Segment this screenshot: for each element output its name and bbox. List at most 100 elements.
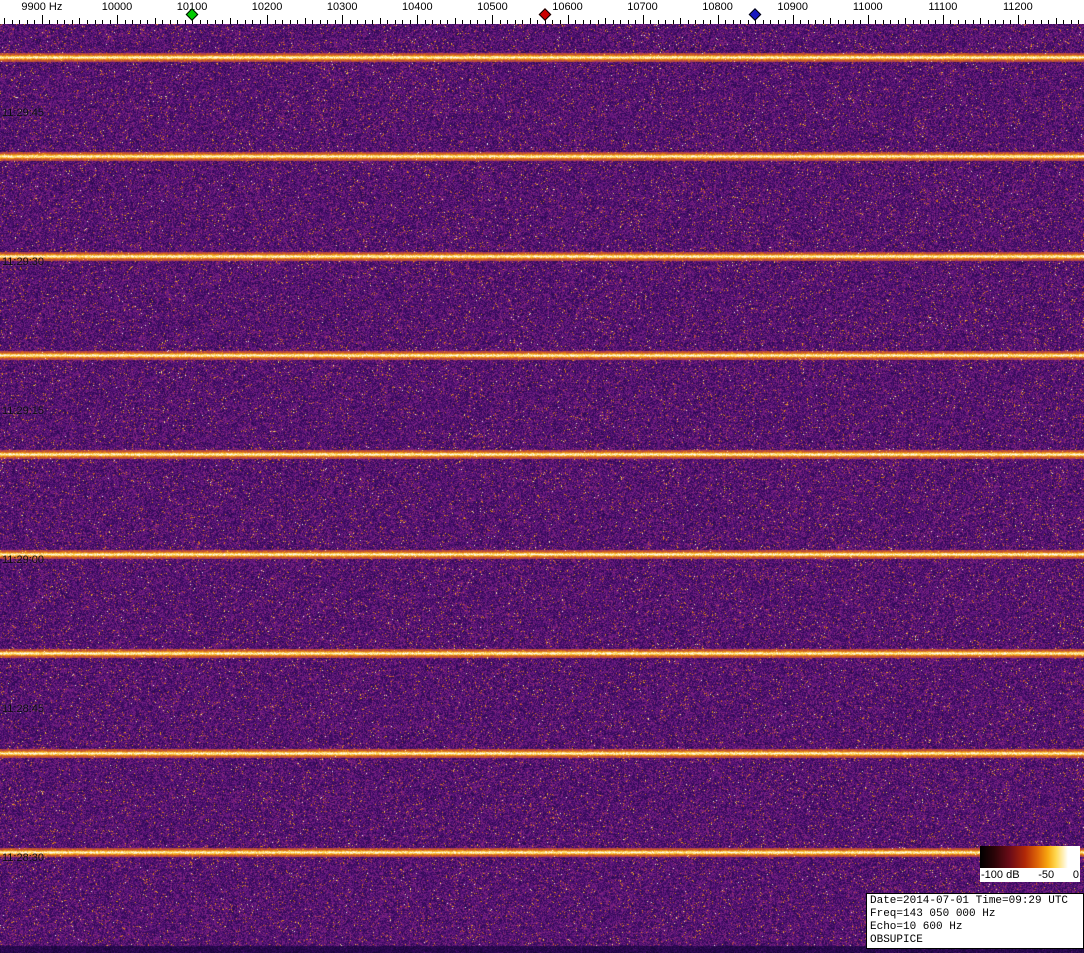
ruler-tick (823, 20, 824, 24)
ruler-tick (297, 20, 298, 24)
waterfall-window: 9900 Hz 10000 10100 10200 10300 10400 10500 106… (0, 0, 1084, 953)
ruler-tick (703, 20, 704, 24)
ruler-tick (1063, 20, 1064, 24)
ruler-tick (12, 20, 13, 24)
ruler-tick (72, 20, 73, 24)
ruler-tick (500, 20, 501, 24)
ruler-tick (845, 20, 846, 24)
ruler-tick (102, 20, 103, 24)
ruler-frequency-label: 11000 (853, 1, 883, 13)
ruler-tick (170, 20, 171, 24)
ruler-tick (898, 20, 899, 24)
ruler-tick (95, 20, 96, 24)
ruler-tick (252, 20, 253, 24)
ruler-tick (875, 20, 876, 24)
ruler-tick (522, 20, 523, 24)
ruler-tick (477, 20, 478, 24)
ruler-tick (853, 20, 854, 24)
ruler-tick (267, 15, 268, 24)
ruler-tick (568, 15, 569, 24)
time-label: 11:29:15 (2, 405, 44, 417)
ruler-tick (620, 20, 621, 24)
colorbar: -100 dB -50 0 (980, 846, 1080, 882)
ruler-tick (177, 20, 178, 24)
marker-blue-diamond[interactable] (749, 8, 762, 21)
ruler-tick (117, 15, 118, 24)
ruler-tick (643, 15, 644, 24)
ruler-tick (380, 18, 381, 24)
info-date-line: Date=2014-07-01 Time=09:29 UTC (870, 895, 1080, 908)
ruler-tick (770, 20, 771, 24)
ruler-tick (785, 20, 786, 24)
ruler-tick (425, 20, 426, 24)
frequency-ruler[interactable]: 9900 Hz 10000 10100 10200 10300 10400 10500 106… (0, 0, 1084, 24)
ruler-tick (387, 20, 388, 24)
ruler-tick (455, 18, 456, 24)
ruler-tick (658, 20, 659, 24)
ruler-tick (222, 20, 223, 24)
marker-red-diamond[interactable] (539, 8, 552, 21)
ruler-tick (680, 18, 681, 24)
ruler-tick (860, 20, 861, 24)
ruler-tick (155, 18, 156, 24)
ruler-tick (410, 20, 411, 24)
ruler-frequency-label: 10800 (702, 1, 733, 13)
info-echo-line: Echo=10 600 Hz (870, 921, 1080, 934)
ruler-tick (140, 20, 141, 24)
ruler-tick (49, 20, 50, 24)
info-station-line: OBSUPICE (870, 934, 1080, 947)
ruler-tick (725, 20, 726, 24)
ruler-tick (87, 20, 88, 24)
ruler-tick (650, 20, 651, 24)
spectrogram-area: 11:29:45 11:29:30 11:29:15 11:29:00 11:28:45… (0, 24, 1084, 953)
ruler-tick (838, 20, 839, 24)
ruler-tick (740, 20, 741, 24)
ruler-frequency-label: 11200 (1003, 1, 1033, 13)
ruler-tick (147, 20, 148, 24)
ruler-tick (305, 18, 306, 24)
ruler-tick (950, 20, 951, 24)
ruler-tick (462, 20, 463, 24)
ruler-tick (312, 20, 313, 24)
ruler-tick (583, 20, 584, 24)
ruler-tick (19, 20, 20, 24)
ruler-tick (560, 20, 561, 24)
ruler-tick (1018, 15, 1019, 24)
ruler-tick (4, 18, 5, 24)
ruler-tick (245, 20, 246, 24)
ruler-tick (282, 20, 283, 24)
ruler-tick (507, 20, 508, 24)
ruler-tick (928, 20, 929, 24)
ruler-tick (988, 20, 989, 24)
ruler-tick (530, 18, 531, 24)
ruler-tick (42, 15, 43, 24)
ruler-tick (808, 20, 809, 24)
ruler-tick (695, 20, 696, 24)
ruler-tick (327, 20, 328, 24)
ruler-tick (635, 20, 636, 24)
time-label: 11:28:30 (2, 852, 44, 864)
ruler-tick (537, 20, 538, 24)
time-label: 11:29:00 (2, 554, 44, 566)
ruler-tick (830, 18, 831, 24)
colorbar-label-max: 0 (1073, 869, 1079, 882)
time-label: 11:29:30 (2, 256, 44, 268)
ruler-tick (890, 20, 891, 24)
ruler-tick (778, 20, 779, 24)
ruler-tick (613, 20, 614, 24)
ruler-frequency-label: 10000 (102, 1, 133, 13)
ruler-tick (800, 20, 801, 24)
colorbar-labels: -100 dB -50 0 (980, 868, 1080, 882)
ruler-frequency-label: 10200 (252, 1, 283, 13)
ruler-tick (27, 20, 28, 24)
spectrogram-canvas (0, 24, 1084, 953)
ruler-tick (995, 20, 996, 24)
ruler-tick (260, 20, 261, 24)
ruler-frequency-label: 9900 Hz (21, 1, 62, 13)
ruler-tick (515, 20, 516, 24)
ruler-frequency-label: 10600 (552, 1, 583, 13)
ruler-tick (395, 20, 396, 24)
ruler-tick (162, 20, 163, 24)
time-label: 11:29:45 (2, 107, 44, 119)
ruler-tick (673, 20, 674, 24)
